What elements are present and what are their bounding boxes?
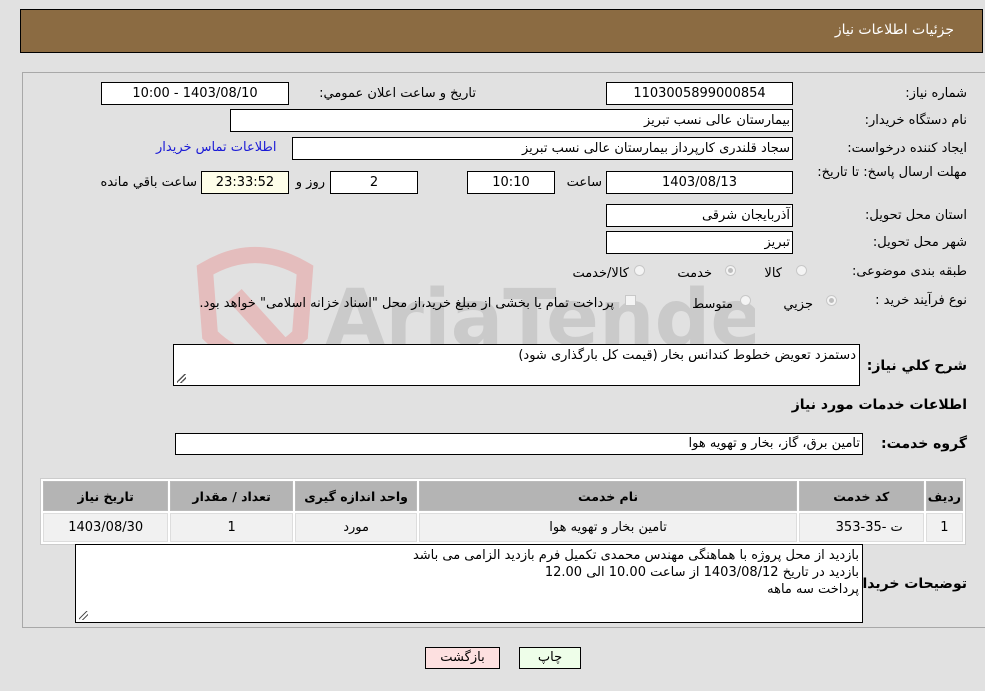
category-option-service: خدمت: [677, 266, 712, 281]
deadline-label: مهلت ارسال پاسخ: تا تاریخ:: [817, 165, 967, 180]
cell-quantity: 1: [170, 513, 293, 542]
col-row-number: ردیف: [925, 481, 963, 511]
deadline-time-field: 10:10: [467, 171, 555, 194]
table-row: 1 ت -35-353 تامین بخار و تهویه هوا مورد …: [43, 513, 963, 542]
cell-unit: مورد: [294, 513, 418, 542]
category-option-goods-service: کالا/خدمت: [572, 266, 629, 281]
need-number-field: 1103005899000854: [606, 82, 793, 105]
process-radio-medium[interactable]: [740, 295, 751, 306]
announce-date-field: 1403/08/10 - 10:00: [101, 82, 289, 105]
cell-service-name: تامین بخار و تهویه هوا: [419, 513, 797, 542]
remaining-time-label: ساعت باقي مانده: [100, 175, 197, 190]
category-option-goods: کالا: [764, 266, 782, 281]
col-service-name: نام خدمت: [419, 481, 797, 511]
buyer-notes-line: بازدید در تاریخ 1403/08/12 از ساعت 10.00…: [544, 565, 859, 580]
city-field: تبریز: [606, 231, 793, 254]
need-number-label: شماره نیاز:: [905, 86, 967, 101]
buyer-contact-link[interactable]: اطلاعات تماس خریدار: [156, 140, 276, 155]
buyer-org-label: نام دستگاه خریدار:: [864, 113, 967, 128]
resize-grip-icon[interactable]: [177, 374, 186, 383]
buyer-notes-label: توضیحات خریدار:: [848, 576, 967, 592]
treasury-checkbox[interactable]: [625, 295, 636, 306]
process-radio-small[interactable]: [826, 295, 837, 306]
page-header: جزئیات اطلاعات نیاز: [20, 9, 983, 53]
process-option-medium: متوسط: [692, 297, 733, 312]
process-option-small: جزيي: [783, 297, 813, 312]
creator-field: سجاد قلندری کارپرداز بیمارستان عالی نسب …: [292, 137, 793, 160]
city-label: شهر محل تحویل:: [872, 235, 967, 250]
deadline-date-field: 1403/08/13: [606, 171, 793, 194]
col-service-code: کد خدمت: [798, 481, 924, 511]
col-unit: واحد اندازه گیری: [294, 481, 418, 511]
remaining-time-field: 23:33:52: [201, 171, 289, 194]
buyer-notes-textarea[interactable]: بازدید از محل پروژه با هماهنگی مهندس محم…: [75, 544, 863, 623]
col-quantity: تعداد / مقدار: [170, 481, 293, 511]
services-table: ردیف کد خدمت نام خدمت واحد اندازه گیری ت…: [40, 478, 966, 545]
category-radio-goods-service[interactable]: [634, 265, 645, 276]
cell-service-code: ت -35-353: [798, 513, 924, 542]
col-need-date: تاریخ نیاز: [43, 481, 169, 511]
cell-row-number: 1: [925, 513, 963, 542]
province-label: استان محل تحویل:: [865, 208, 967, 223]
print-button[interactable]: چاپ: [519, 647, 581, 669]
days-label: روز و: [295, 175, 325, 190]
category-label: طبقه بندی موضوعی:: [851, 264, 967, 279]
page-title: جزئیات اطلاعات نیاز: [834, 22, 954, 38]
description-textarea[interactable]: دستمزد تعویض خطوط کندانس بخار (قیمت کل ب…: [173, 344, 860, 386]
buyer-notes-line: بازدید از محل پروژه با هماهنگی مهندس محم…: [412, 548, 859, 563]
province-field: آذربایجان شرقی: [606, 204, 793, 227]
resize-grip-icon[interactable]: [79, 611, 88, 620]
description-label: شرح کلي نياز:: [866, 358, 967, 374]
back-button[interactable]: بازگشت: [425, 647, 500, 669]
days-remaining-field: 2: [330, 171, 418, 194]
buyer-notes-line: پرداخت سه ماهه: [767, 582, 859, 597]
services-heading: اطلاعات خدمات مورد نياز: [791, 397, 967, 413]
buyer-org-field: بیمارستان عالی نسب تبریز: [230, 109, 793, 132]
treasury-note: پرداخت تمام یا بخشی از مبلغ خرید،از محل …: [199, 296, 614, 311]
table-header-row: ردیف کد خدمت نام خدمت واحد اندازه گیری ت…: [43, 481, 963, 511]
cell-need-date: 1403/08/30: [43, 513, 169, 542]
deadline-time-label: ساعت: [566, 175, 602, 190]
creator-label: ایجاد کننده درخواست:: [847, 141, 967, 156]
process-label: نوع فرآیند خرید :: [875, 293, 967, 308]
announce-date-label: تاریخ و ساعت اعلان عمومي:: [319, 86, 476, 101]
service-group-field: تامین برق، گاز، بخار و تهویه هوا: [175, 433, 863, 455]
category-radio-goods[interactable]: [796, 265, 807, 276]
description-text: دستمزد تعویض خطوط کندانس بخار (قیمت کل ب…: [518, 348, 856, 363]
service-group-label: گروه خدمت:: [881, 436, 967, 452]
category-radio-service[interactable]: [725, 265, 736, 276]
